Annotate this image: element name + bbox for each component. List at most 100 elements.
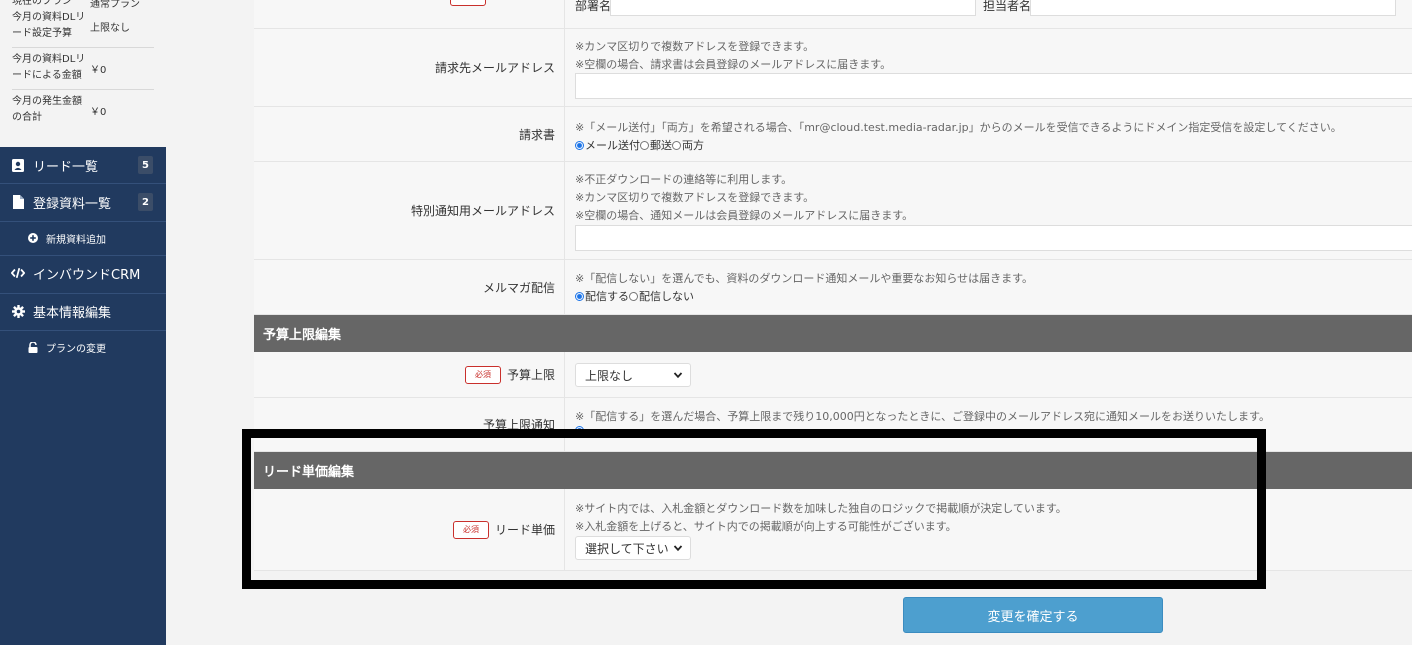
- count-badge: 2: [138, 193, 153, 211]
- help-text: ※空欄の場合、請求書は会員登録のメールアドレスに届きます。: [575, 58, 892, 71]
- field-label: 特別通知用メールアドレス: [254, 162, 565, 259]
- help-text: ※不正ダウンロードの連絡等に利用します。: [575, 173, 793, 186]
- stat-current-plan: 現在のプラン 通常プラン: [12, 0, 154, 10]
- gear-icon: [11, 304, 25, 318]
- radio-no-send[interactable]: [629, 291, 638, 301]
- form-footer: [254, 571, 1412, 645]
- help-text: ※「配信しない」を選んでも、資料のダウンロード通知メールや重要なお知らせは届きま…: [575, 272, 1034, 285]
- radio-label: 郵送: [650, 139, 672, 152]
- sidebar-item-label: 新規資料追加: [46, 234, 106, 246]
- radio-label: 両方: [682, 139, 704, 152]
- stat-value: 通常プラン: [90, 0, 140, 10]
- document-icon: [11, 195, 25, 209]
- divider: [12, 89, 154, 90]
- radio-both[interactable]: [672, 140, 681, 150]
- form-row-contact: 部署名 担当者名: [254, 0, 1412, 29]
- select-value: 選択して下さい: [585, 541, 669, 556]
- billing-email-input[interactable]: [575, 73, 1412, 99]
- sidebar-item-label: プランの変更: [46, 343, 106, 355]
- divider: [0, 221, 166, 222]
- form-row-budget-limit: 必須 予算上限 上限なし: [254, 352, 1412, 398]
- unlock-icon: [28, 341, 38, 353]
- divider: [0, 330, 166, 331]
- dept-label: 部署名: [575, 0, 612, 13]
- dept-input[interactable]: [610, 0, 976, 16]
- sidebar-item-materials[interactable]: 登録資料一覧 2: [0, 190, 166, 214]
- select-value: 上限なし: [585, 368, 634, 383]
- required-badge: 必須: [464, 365, 501, 384]
- form-row-billing-email: 請求先メールアドレス ※カンマ区切りで複数アドレスを登録できます。 ※空欄の場合…: [254, 29, 1412, 107]
- lead-price-select[interactable]: 選択して下さい: [575, 536, 691, 560]
- field-label: メルマガ配信: [254, 260, 565, 314]
- radio-label: メール送付: [585, 139, 640, 152]
- field-label: 予算上限通知: [254, 398, 565, 451]
- plus-circle-icon: [28, 233, 38, 243]
- radio-email[interactable]: [575, 140, 584, 150]
- help-text: ※カンマ区切りで複数アドレスを登録できます。: [575, 40, 815, 53]
- special-email-input[interactable]: [575, 225, 1412, 251]
- help-text: ※「配信する」を選んだ場合、予算上限まで残り10,000円となったときに、ご登録…: [575, 410, 1270, 423]
- divider: [0, 293, 166, 294]
- sidebar-item-label: 基本情報編集: [33, 305, 112, 321]
- field-label: 請求先メールアドレス: [254, 29, 565, 106]
- field-label: リード単価: [494, 523, 555, 537]
- person-input[interactable]: [1030, 0, 1396, 16]
- stat-dl-amount: 今月の資料DLリ ードによる金額 ￥0: [12, 52, 154, 84]
- required-badge: [450, 0, 486, 6]
- sidebar: 現在のプラン 通常プラン 今月の資料DLリ ード設定予算 上限なし 今月の資料DL…: [0, 0, 166, 645]
- help-text: ※入札金額を上げると、サイト内での掲載順が向上する可能性がございます。: [575, 520, 957, 533]
- radio-label: 配信する: [585, 290, 629, 303]
- form-row-special-email: 特別通知用メールアドレス ※不正ダウンロードの連絡等に利用します。 ※カンマ区切…: [254, 162, 1412, 260]
- stat-total: 今月の発生金額 の合計 ￥0: [12, 94, 154, 126]
- sidebar-item-plan-change[interactable]: プランの変更: [28, 340, 106, 355]
- field-label: 請求書: [254, 107, 565, 161]
- stat-label: 今月の発生金額: [12, 96, 82, 107]
- sidebar-item-leads[interactable]: リード一覧 5: [0, 153, 166, 177]
- divider: [0, 183, 166, 184]
- help-text: ※カンマ区切りで複数アドレスを登録できます。: [575, 191, 815, 204]
- chevron-down-icon: [673, 372, 683, 379]
- sidebar-item-add-material[interactable]: 新規資料追加: [28, 231, 106, 246]
- submit-button[interactable]: 変更を確定する: [903, 597, 1163, 633]
- radio-notify-on[interactable]: [575, 426, 584, 435]
- help-text: ※空欄の場合、通知メールは会員登録のメールアドレスに届きます。: [575, 209, 914, 222]
- count-badge: 5: [138, 156, 153, 174]
- sidebar-item-basic-info[interactable]: 基本情報編集: [0, 300, 166, 322]
- newsletter-radio-group: 配信する 配信しない: [575, 288, 694, 304]
- sidebar-item-label: 登録資料一覧: [33, 196, 112, 212]
- divider: [12, 47, 154, 48]
- stat-value: 上限なし: [90, 22, 130, 34]
- radio-label: 配信しない: [639, 290, 694, 303]
- form-row-newsletter: メルマガ配信 ※「配信しない」を選んでも、資料のダウンロード通知メールや重要なお…: [254, 260, 1412, 315]
- person-label: 担当者名: [983, 0, 1032, 13]
- divider: [0, 255, 166, 256]
- plan-stats-panel: 現在のプラン 通常プラン 今月の資料DLリ ード設定予算 上限なし 今月の資料DL…: [0, 0, 166, 147]
- sidebar-item-label: インバウンドCRM: [33, 267, 141, 283]
- budget-limit-select[interactable]: 上限なし: [575, 363, 691, 387]
- section-header-lead-price: リード単価編集: [254, 452, 1412, 489]
- sidebar-item-label: リード一覧: [33, 159, 99, 175]
- main-form: 部署名 担当者名 請求先メールアドレス ※カンマ区切りで複数アドレスを登録できま…: [254, 0, 1412, 645]
- stat-label: ード設定予算: [12, 28, 72, 39]
- code-icon: [11, 266, 25, 280]
- stat-label: 今月の資料DLリ: [12, 54, 86, 65]
- help-text: ※サイト内では、入札金額とダウンロード数を加味した独自のロジックで掲載順が決定し…: [575, 502, 1067, 515]
- sidebar-item-inbound-crm[interactable]: インバウンドCRM: [0, 262, 166, 284]
- stat-value: ￥0: [90, 106, 107, 118]
- form-row-lead-price: 必須 リード単価 ※サイト内では、入札金額とダウンロード数を加味した独自のロジッ…: [254, 489, 1412, 571]
- radio-post[interactable]: [640, 140, 649, 150]
- stat-label: の合計: [12, 112, 42, 123]
- section-header-budget: 予算上限編集: [254, 315, 1412, 352]
- form-row-budget-notice: 予算上限通知 ※「配信する」を選んだ場合、予算上限まで残り10,000円となった…: [254, 398, 1412, 452]
- stat-label: 現在のプラン: [12, 0, 72, 7]
- contact-card-icon: [11, 158, 25, 172]
- chevron-down-icon: [673, 545, 683, 552]
- stat-budget: 今月の資料DLリ ード設定予算 上限なし: [12, 10, 154, 42]
- help-text: ※「メール送付」「両方」を希望される場合、「mr@cloud.test.medi…: [575, 121, 1342, 134]
- stat-label: 今月の資料DLリ: [12, 12, 86, 23]
- stat-value: ￥0: [90, 64, 107, 76]
- stat-label: ードによる金額: [12, 70, 82, 81]
- required-badge: 必須: [452, 520, 489, 539]
- form-row-invoice: 請求書 ※「メール送付」「両方」を希望される場合、「mr@cloud.test.…: [254, 107, 1412, 162]
- radio-send[interactable]: [575, 291, 584, 301]
